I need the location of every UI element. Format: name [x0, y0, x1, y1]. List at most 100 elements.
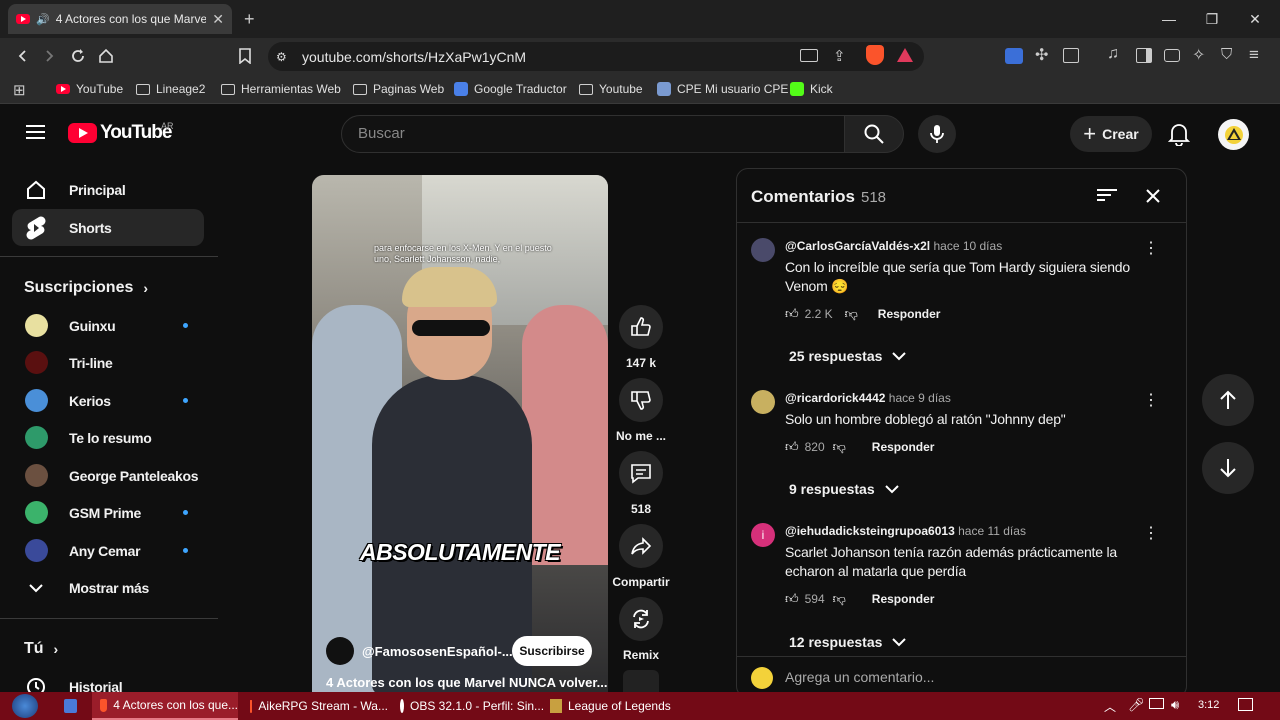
home-browser-icon[interactable] — [95, 45, 117, 67]
leo-ai-icon[interactable]: ✧ — [1192, 45, 1205, 65]
taskbar-item-obs[interactable]: OBS 32.1.0 - Perfil: Sin... — [392, 692, 544, 720]
start-button[interactable] — [12, 694, 38, 718]
close-comments-icon[interactable] — [1145, 188, 1161, 204]
sound-thumbnail[interactable] — [623, 670, 659, 692]
reply-button[interactable]: Responder — [872, 592, 935, 606]
sidebar-show-more[interactable]: Mostrar más — [12, 569, 204, 606]
brave-shield-icon[interactable] — [866, 45, 884, 65]
wallet-icon[interactable] — [1164, 49, 1180, 62]
translate-icon[interactable] — [1005, 48, 1023, 64]
taskbar-item-stream[interactable]: AikeRPG Stream - Wa... — [242, 692, 388, 720]
shorts-video-player[interactable]: para enfocarse en los X-Men. Y en el pue… — [312, 175, 608, 695]
reply-button[interactable]: Responder — [878, 307, 941, 321]
more-options-icon[interactable]: ⋮ — [1143, 390, 1159, 410]
account-avatar[interactable] — [1218, 119, 1249, 150]
next-short-button[interactable] — [1202, 442, 1254, 494]
comment-author[interactable]: @ricardorick4442 — [785, 391, 885, 405]
bookmark-youtube-folder[interactable]: Youtube — [579, 81, 643, 97]
share-page-icon[interactable]: ⇪ — [833, 47, 846, 65]
tray-network-icon[interactable] — [1149, 698, 1164, 709]
search-input[interactable]: Buscar — [341, 115, 845, 153]
reader-icon[interactable] — [1063, 48, 1079, 63]
bookmark-youtube[interactable]: YouTube — [56, 81, 123, 97]
sidebar-sub-any-cemar[interactable]: Any Cemar — [12, 532, 204, 569]
comment-time[interactable]: hace 11 días — [958, 524, 1026, 538]
comment-avatar[interactable] — [751, 238, 775, 262]
dislike-comment-icon[interactable]: 👎︎ — [845, 306, 858, 322]
youtube-logo[interactable]: YouTube — [68, 122, 172, 144]
bookmark-page-icon[interactable] — [234, 45, 256, 67]
brave-rewards-icon[interactable] — [897, 48, 913, 62]
sidebar-toggle-icon[interactable] — [1136, 48, 1152, 63]
bookmark-cpe[interactable]: CPE Mi usuario CPE — [657, 81, 788, 97]
tray-volume-icon[interactable]: 🔊︎ — [1171, 697, 1179, 713]
bookmark-google-traductor[interactable]: Google Traductor — [454, 81, 567, 97]
tray-overflow-icon[interactable]: ︿ — [1104, 698, 1116, 715]
taskbar-pinned-icon[interactable] — [64, 699, 77, 713]
bookmark-lineage2[interactable]: Lineage2 — [136, 81, 205, 97]
sidebar-sub-george-panteleakos[interactable]: George Panteleakos — [12, 457, 204, 494]
voice-search-button[interactable] — [918, 115, 956, 153]
sort-icon[interactable] — [1097, 187, 1117, 203]
subscriptions-header[interactable]: Suscripciones › — [24, 279, 148, 297]
tray-mic-icon[interactable]: 🎤︎ — [1128, 697, 1145, 713]
view-replies-button[interactable]: 12 respuestas — [789, 634, 907, 650]
menu-icon[interactable]: ≡ — [1249, 45, 1259, 65]
sidebar-sub-tri-line[interactable]: Tri-line — [12, 344, 204, 381]
back-icon[interactable] — [12, 45, 34, 67]
sidebar-sub-te-lo-resumo[interactable]: Te lo resumo — [12, 419, 204, 456]
taskbar-item-lol[interactable]: League of Legends — [542, 692, 688, 720]
reload-icon[interactable] — [67, 45, 89, 67]
cast-icon[interactable] — [800, 49, 818, 62]
taskbar-item-browser[interactable]: 4 Actores con los que... — [92, 692, 238, 720]
sidebar-sub-gsm-prime[interactable]: GSM Prime — [12, 494, 204, 531]
site-settings-icon[interactable]: ⚙ — [276, 50, 287, 64]
view-replies-button[interactable]: 9 respuestas — [789, 481, 899, 497]
close-tab-icon[interactable]: ✕ — [212, 11, 224, 28]
remix-button[interactable]: Remix — [612, 597, 670, 662]
you-section-header[interactable]: Tú › — [24, 640, 58, 658]
taskbar-clock[interactable]: 3:12 — [1198, 699, 1219, 711]
sidebar-sub-guinxu[interactable]: Guinxu — [12, 307, 204, 344]
bookmark-kick[interactable]: Kick — [790, 81, 833, 97]
more-options-icon[interactable]: ⋮ — [1143, 523, 1159, 543]
close-window-button[interactable]: ✕ — [1243, 8, 1267, 30]
sidebar-sub-kerios[interactable]: Kerios — [12, 382, 204, 419]
previous-short-button[interactable] — [1202, 374, 1254, 426]
notifications-bell-icon[interactable] — [1168, 122, 1190, 146]
forward-icon[interactable] — [38, 45, 60, 67]
more-options-icon[interactable]: ⋮ — [1143, 238, 1159, 258]
video-channel[interactable]: @FamososenEspañol-... — [326, 637, 513, 665]
reply-button[interactable]: Responder — [872, 440, 935, 454]
subscribe-button[interactable]: Suscribirse — [512, 636, 592, 666]
dislike-comment-icon[interactable]: 👎︎ — [833, 439, 846, 455]
like-button[interactable]: 147 k — [612, 305, 670, 370]
dislike-comment-icon[interactable]: 👎︎ — [833, 591, 846, 607]
comments-button[interactable]: 518 — [612, 451, 670, 516]
extensions-icon[interactable]: ✣ — [1035, 45, 1048, 65]
view-replies-button[interactable]: 25 respuestas — [789, 348, 907, 364]
create-button[interactable]: + Crear — [1070, 116, 1152, 152]
like-comment-icon[interactable]: 👍︎ — [785, 591, 799, 607]
bookmark-paginas-web[interactable]: Paginas Web — [353, 81, 444, 97]
browser-tab-active[interactable]: 🔊 4 Actores con los que Marvel ✕ — [8, 4, 232, 34]
sidebar-item-shorts[interactable]: Shorts — [12, 209, 204, 246]
comment-time[interactable]: hace 10 días — [933, 239, 1002, 253]
comment-avatar[interactable]: i — [751, 523, 775, 547]
restore-button[interactable]: ❐ — [1200, 8, 1224, 30]
media-icon[interactable]: ♫ — [1107, 45, 1119, 63]
video-title[interactable]: 4 Actores con los que Marvel NUNCA volve… — [326, 675, 608, 690]
bookmark-herramientas-web[interactable]: Herramientas Web — [221, 81, 341, 97]
dislike-button[interactable]: No me ... — [612, 378, 670, 443]
guide-menu-icon[interactable] — [26, 124, 46, 140]
minimize-button[interactable]: — — [1157, 8, 1181, 30]
like-comment-icon[interactable]: 👍︎ — [785, 439, 799, 455]
comment-author[interactable]: @iehudadicksteingrupoa6013 — [785, 524, 955, 538]
new-tab-button[interactable]: + — [244, 9, 255, 30]
comment-input[interactable]: Agrega un comentario... — [785, 669, 934, 685]
comment-author[interactable]: @CarlosGarcíaValdés-x2l — [785, 239, 930, 253]
comment-time[interactable]: hace 9 días — [889, 391, 951, 405]
like-comment-icon[interactable]: 👍︎ — [785, 306, 799, 322]
sidebar-item-principal[interactable]: Principal — [12, 171, 204, 208]
notification-center-icon[interactable] — [1238, 698, 1253, 711]
